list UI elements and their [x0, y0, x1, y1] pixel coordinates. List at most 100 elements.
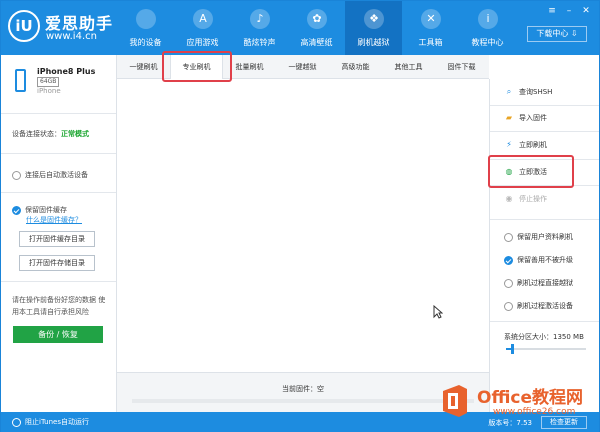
stop-operation-button[interactable]: ◉ 停止操作	[504, 194, 548, 204]
tools-icon: ✕	[421, 9, 441, 29]
device-card: iPhone8 Plus 64GB iPhone	[1, 55, 116, 113]
auto-activate-option[interactable]: 连接后自动激活设备	[12, 170, 88, 180]
checked-radio-icon[interactable]	[504, 255, 513, 265]
nav-toolbox[interactable]: ✕ 工具箱	[402, 1, 459, 55]
divider	[490, 159, 599, 160]
nav-label: 工具箱	[418, 38, 443, 47]
keep-firmware-option[interactable]: 保留固件缓存	[12, 205, 67, 215]
lightning-icon: ⚡	[506, 140, 512, 149]
radio-icon[interactable]	[504, 301, 513, 311]
i4-logo: iU	[8, 10, 40, 42]
nav-flash-jailbreak[interactable]: ❖ 刷机越狱	[345, 1, 402, 55]
device-capacity: 64GB	[37, 77, 60, 87]
block-itunes-option[interactable]: 阻止iTunes自动运行	[12, 417, 89, 427]
divider	[490, 185, 599, 186]
nav-apps-games[interactable]: A 应用游戏	[174, 1, 231, 55]
what-is-cache-link[interactable]: 什么是固件缓存？	[26, 215, 82, 225]
app-window: iU 爱思助手 www.i4.cn 我的设备 A 应用游戏 ♪ 酷炫铃声 ✿ 高…	[0, 0, 600, 432]
watermark-title: Office教程网	[477, 388, 584, 408]
tab-pro-flash[interactable]: 专业刷机	[170, 55, 223, 79]
nav-tutorials[interactable]: i 教程中心	[459, 1, 516, 55]
action-label: 立即刷机	[519, 141, 547, 149]
watermark-url: www.office26.com	[493, 407, 576, 417]
nav-label: 高清壁纸	[300, 38, 333, 47]
main-nav: 我的设备 A 应用游戏 ♪ 酷炫铃声 ✿ 高清壁纸 ❖ 刷机越狱 ✕ 工具箱 i…	[117, 1, 516, 55]
phone-icon	[15, 69, 26, 92]
action-label: 导入固件	[519, 114, 547, 122]
backup-restore-button[interactable]: 备份 / 恢复	[13, 326, 103, 343]
radio-icon[interactable]	[504, 278, 513, 288]
menu-icon[interactable]: ≡	[547, 6, 557, 16]
divider	[490, 131, 599, 132]
minimize-icon[interactable]: –	[564, 6, 574, 16]
tab-one-click-flash[interactable]: 一键刷机	[117, 55, 170, 79]
radio-icon[interactable]	[12, 417, 21, 427]
app-store-icon: A	[193, 9, 213, 29]
tab-bar: 一键刷机 专业刷机 批量刷机 一键越狱 高级功能 其他工具 固件下载	[117, 55, 489, 79]
nav-label: 我的设备	[129, 38, 162, 47]
download-center-button[interactable]: 下载中心 ⇩	[527, 26, 587, 42]
activate-now-button[interactable]: ◍ 立即激活	[504, 167, 548, 177]
slider-handle[interactable]	[510, 344, 514, 354]
query-shsh-button[interactable]: ⌕ 查询SHSH	[504, 87, 553, 97]
device-name: iPhone8 Plus	[37, 67, 96, 76]
divider	[490, 105, 599, 106]
tab-advanced[interactable]: 高级功能	[329, 55, 382, 79]
keep-baseband-option[interactable]: 保留善用不被升级	[504, 255, 573, 265]
apple-icon	[136, 9, 156, 29]
nav-wallpapers[interactable]: ✿ 高清壁纸	[288, 1, 345, 55]
tab-firmware-download[interactable]: 固件下载	[435, 55, 488, 79]
nav-label: 刷机越狱	[357, 38, 390, 47]
option-label: 刷机过程激活设备	[517, 302, 573, 310]
radio-icon[interactable]	[12, 170, 21, 180]
folder-import-icon: ▰	[505, 113, 513, 122]
action-label: 查询SHSH	[519, 88, 553, 96]
info-icon: i	[478, 9, 498, 29]
checked-radio-icon[interactable]	[12, 205, 21, 215]
device-type: iPhone	[37, 87, 61, 95]
nav-ringtones[interactable]: ♪ 酷炫铃声	[231, 1, 288, 55]
flash-now-button[interactable]: ⚡ 立即刷机	[504, 140, 547, 150]
search-icon: ⌕	[506, 87, 512, 96]
open-store-dir-button[interactable]: 打开固件存储目录	[19, 255, 95, 271]
office-logo-icon	[443, 385, 467, 417]
window-controls: ≡ – ✕	[547, 6, 591, 16]
brand-url: www.i4.cn	[46, 31, 97, 42]
nav-label: 应用游戏	[186, 38, 219, 47]
divider	[490, 219, 599, 220]
nav-my-device[interactable]: 我的设备	[117, 1, 174, 55]
firmware-list-area[interactable]	[117, 79, 489, 372]
tab-batch-flash[interactable]: 批量刷机	[223, 55, 276, 79]
bell-icon: ♪	[250, 9, 270, 29]
action-label: 立即激活	[519, 168, 547, 176]
action-label: 停止操作	[519, 195, 547, 203]
option-label: 阻止iTunes自动运行	[25, 418, 89, 426]
tab-one-click-jailbreak[interactable]: 一键越狱	[276, 55, 329, 79]
dropbox-icon: ❖	[364, 9, 384, 29]
option-label: 保留固件缓存	[25, 206, 67, 214]
current-firmware-label: 当前固件：空	[282, 385, 324, 393]
activate-during-flash-option[interactable]: 刷机过程激活设备	[504, 301, 573, 311]
divider	[1, 192, 116, 193]
close-icon[interactable]: ✕	[581, 6, 591, 16]
right-panel: ⌕ 查询SHSH ▰ 导入固件 ⚡ 立即刷机 ◍ 立即激活 ◉ 停止操作 保留用…	[489, 79, 599, 412]
firmware-progress	[132, 399, 474, 403]
left-panel: iPhone8 Plus 64GB iPhone 设备连接状态：正常模式 连接后…	[1, 55, 117, 412]
system-partition-slider[interactable]	[506, 344, 586, 354]
divider	[1, 113, 116, 114]
risk-tip: 请在操作前备份好您的数据 使用本工具请自行承担风险	[12, 296, 106, 316]
connection-status: 设备连接状态：正常模式	[12, 129, 89, 139]
header-bar: iU 爱思助手 www.i4.cn 我的设备 A 应用游戏 ♪ 酷炫铃声 ✿ 高…	[1, 1, 599, 55]
option-label: 连接后自动激活设备	[25, 171, 88, 179]
tab-other-tools[interactable]: 其他工具	[382, 55, 435, 79]
option-label: 保留善用不被升级	[517, 256, 573, 264]
divider	[1, 153, 116, 154]
divider	[490, 321, 599, 322]
open-cache-dir-button[interactable]: 打开固件缓存目录	[19, 231, 95, 247]
jailbreak-during-flash-option[interactable]: 刷机过程直接越狱	[504, 278, 573, 288]
radio-icon[interactable]	[504, 232, 513, 242]
system-partition-label: 系统分区大小：1350 MB	[504, 333, 584, 341]
import-firmware-button[interactable]: ▰ 导入固件	[504, 113, 547, 123]
flower-icon: ✿	[307, 9, 327, 29]
keep-user-data-option[interactable]: 保留用户资料刷机	[504, 232, 573, 242]
